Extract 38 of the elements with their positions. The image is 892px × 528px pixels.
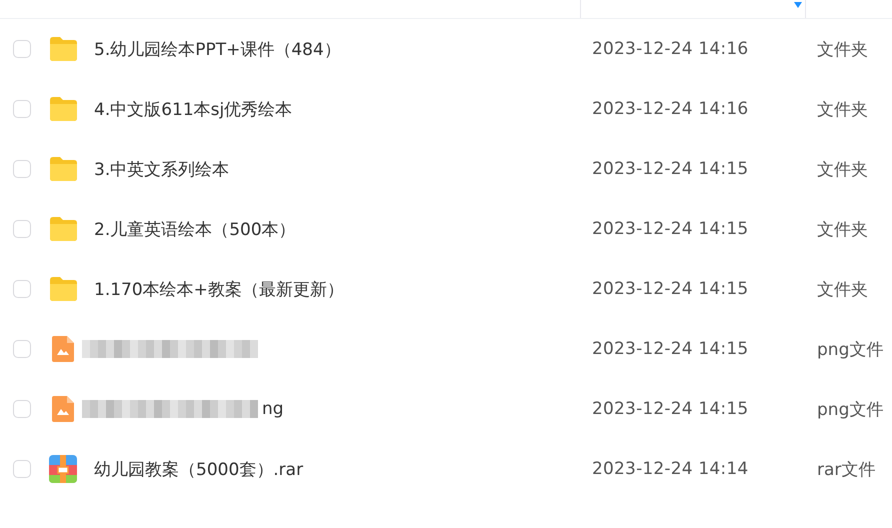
file-name[interactable]: 1.170本绘本+教案（最新更新） xyxy=(94,278,344,300)
modified-time: 2023-12-24 14:15 xyxy=(592,219,748,239)
file-type: 文件夹 xyxy=(817,280,868,300)
archive-file-icon xyxy=(48,454,78,484)
modified-time: 2023-12-24 14:15 xyxy=(592,279,748,299)
checkbox[interactable] xyxy=(13,400,31,418)
modified-time: 2023-12-24 14:15 xyxy=(592,399,748,419)
file-type: 文件夹 xyxy=(817,40,868,60)
file-type: rar文件 xyxy=(817,460,876,480)
modified-time: 2023-12-24 14:16 xyxy=(592,39,748,59)
checkbox[interactable] xyxy=(13,100,31,118)
file-name[interactable]: 3.中英文系列绘本 xyxy=(94,158,230,180)
file-type: 文件夹 xyxy=(817,160,868,180)
file-name[interactable]: 5.幼儿园绘本PPT+课件（484） xyxy=(94,38,341,60)
folder-icon xyxy=(48,36,78,62)
checkbox[interactable] xyxy=(13,220,31,238)
checkbox[interactable] xyxy=(13,280,31,298)
file-name[interactable]: 幼儿园教案（5000套）.rar xyxy=(94,458,304,480)
checkbox[interactable] xyxy=(13,40,31,58)
modified-time: 2023-12-24 14:15 xyxy=(592,159,748,179)
checkbox[interactable] xyxy=(13,340,31,358)
file-name[interactable]: 2.儿童英语绘本（500本） xyxy=(94,218,296,240)
file-type: 文件夹 xyxy=(817,100,868,120)
modified-time: 2023-12-24 14:15 xyxy=(592,339,748,359)
file-name[interactable]: ng xyxy=(262,399,284,419)
sort-caret-icon[interactable] xyxy=(794,2,802,8)
file-type: 文件夹 xyxy=(817,220,868,240)
folder-icon xyxy=(48,96,78,122)
checkbox[interactable] xyxy=(13,460,31,478)
file-name[interactable]: 4.中文版611本sj优秀绘本 xyxy=(94,98,292,120)
modified-time: 2023-12-24 14:14 xyxy=(592,459,748,479)
file-type: png文件 xyxy=(817,400,884,420)
checkbox[interactable] xyxy=(13,160,31,178)
folder-icon xyxy=(48,216,78,242)
folder-icon xyxy=(48,156,78,182)
modified-time: 2023-12-24 14:16 xyxy=(592,99,748,119)
file-type: png文件 xyxy=(817,340,884,360)
folder-icon xyxy=(48,276,78,302)
